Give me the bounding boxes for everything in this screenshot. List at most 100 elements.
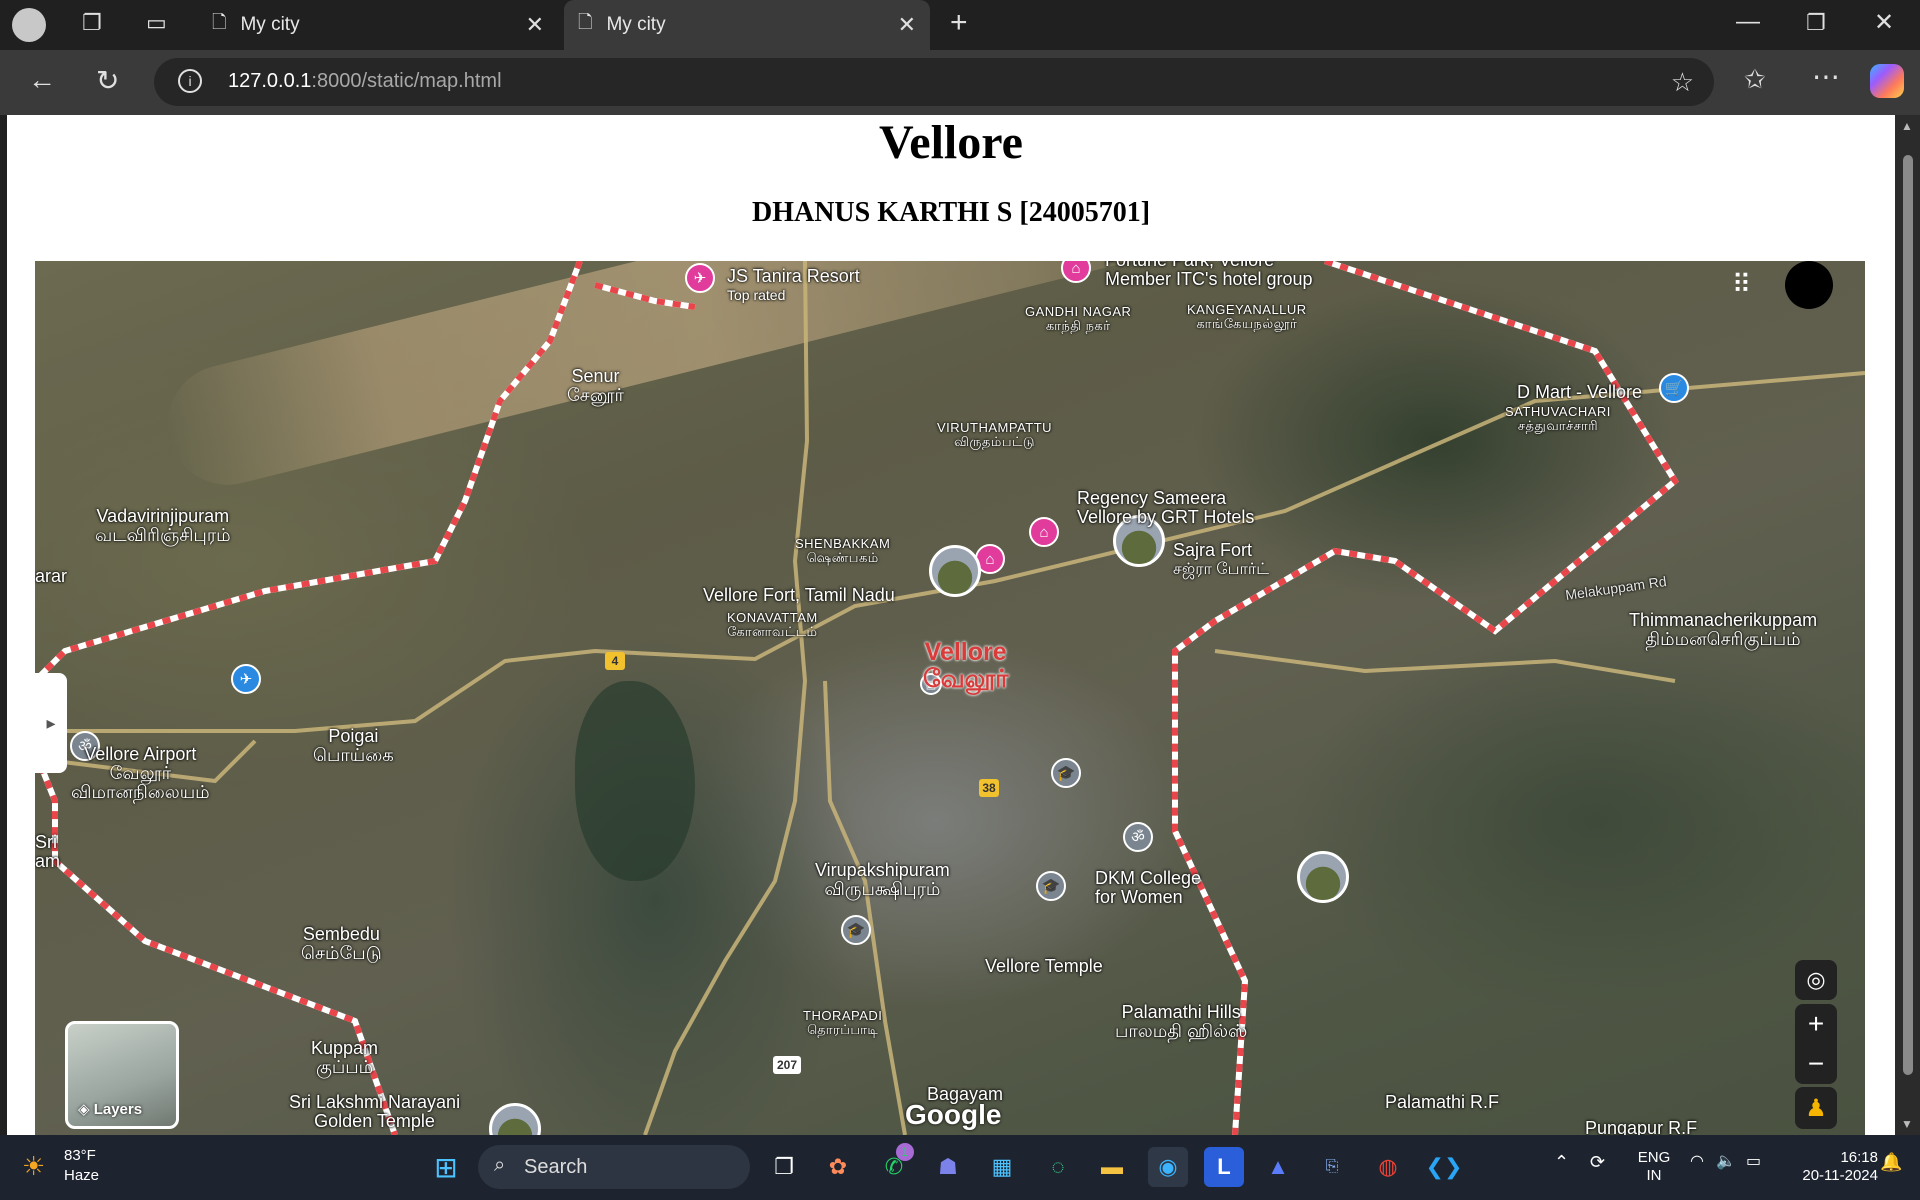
temple-icon[interactable]: ॐ (1123, 822, 1153, 852)
terminal-app-icon[interactable]: ⎘ (1312, 1147, 1352, 1187)
zoom-in-button[interactable]: + (1795, 1004, 1837, 1044)
favorites-icon[interactable]: ✩ (1744, 64, 1766, 95)
map-label: SATHUVACHARI சத்துவாச்சாரி (1505, 404, 1611, 433)
map-label: SHENBAKKAM ஷெண்பகம் (795, 536, 891, 565)
weather-temp: 83°F (64, 1147, 96, 1164)
street-view-pegman-icon[interactable]: ♟ (1795, 1087, 1837, 1129)
map-label[interactable]: Sri Lakshmi Narayani Golden Temple (289, 1093, 460, 1131)
store-icon[interactable]: ▦ (982, 1147, 1022, 1187)
palamathi-hills-photo[interactable] (1297, 851, 1349, 903)
task-view-icon[interactable]: ❐ (764, 1147, 804, 1187)
map-label: Senur சேனூர் (567, 366, 624, 405)
restore-icon[interactable]: ❐ (1806, 10, 1826, 36)
map-label: Poigai பொய்கை (313, 726, 394, 765)
map-label: THORAPADI தொரப்பாடி (803, 1008, 883, 1037)
apps-grid-icon[interactable]: ⠿ (1732, 269, 1751, 300)
college-icon[interactable]: 🎓 (841, 915, 871, 945)
map-label[interactable]: DKM College for Women (1095, 869, 1201, 907)
vertical-tabs-icon[interactable]: ▭ (146, 10, 167, 36)
language-indicator[interactable]: ENG IN (1634, 1149, 1674, 1185)
windows-taskbar: ☀ 83°F Haze ⊞ ⌕ Search ❐ ✿ ✆ 1 ☗ ▦ ◌ ▬ ◉… (0, 1135, 1920, 1200)
map-label[interactable]: Palamathi Hills பாலமதி ஹில்ஸ் (1115, 1003, 1247, 1041)
web-page: Vellore DHANUS KARTHI S [24005701] 4 38 … (7, 115, 1895, 1135)
close-icon[interactable]: ✕ (526, 12, 544, 38)
tab-my-city-1[interactable]: 🗋 My city ✕ (198, 0, 558, 50)
route-shield: 4 (605, 652, 625, 670)
road-38 (823, 680, 907, 1135)
airport-icon[interactable]: ✈ (231, 664, 261, 694)
browser-tab-strip: ❐ ▭ 🗋 My city ✕ 🗋 My city ✕ + — ❐ ✕ (0, 0, 1920, 50)
edge-icon[interactable]: ◉ (1148, 1147, 1188, 1187)
weather-desc: Haze (64, 1167, 100, 1184)
google-logo: Google (905, 1099, 1002, 1130)
college-icon[interactable]: 🎓 (1036, 871, 1066, 901)
page-scrollbar[interactable]: ▲ ▼ (1895, 115, 1920, 1135)
weather-widget[interactable]: ☀ 83°F Haze (22, 1145, 132, 1191)
scroll-up-icon[interactable]: ▲ (1901, 119, 1913, 133)
map-label[interactable]: Regency Sameera Vellore by GRT Hotels (1077, 489, 1254, 527)
file-explorer-icon[interactable]: ▬ (1092, 1147, 1132, 1187)
sync-app-icon[interactable]: ◌ (1038, 1147, 1078, 1187)
more-menu-icon[interactable]: ⋯ (1812, 60, 1840, 93)
clock[interactable]: 16:18 20-11-2024 (1782, 1149, 1878, 1185)
scrollbar-thumb[interactable] (1903, 155, 1913, 1075)
layers-label: ◈ Layers (78, 1101, 143, 1118)
start-button[interactable]: ⊞ (426, 1147, 466, 1187)
map-label[interactable]: JS Tanira Resort Top rated (727, 267, 860, 305)
address-bar[interactable]: i 127.0.0.1:8000/static/map.html ☆ (154, 58, 1714, 106)
battery-icon[interactable]: ▭ (1746, 1153, 1761, 1171)
whatsapp-icon[interactable]: ✆ 1 (874, 1143, 914, 1187)
favorite-star-icon[interactable]: ☆ (1671, 67, 1694, 98)
side-panel-toggle[interactable]: ▸ (35, 673, 67, 773)
taskbar-search[interactable]: ⌕ Search (478, 1145, 750, 1189)
map-label[interactable]: Vellore Airport வேலூர் விமானநிலையம் (71, 745, 210, 802)
search-icon: ⌕ (494, 1154, 506, 1176)
teams-icon[interactable]: ☗ (928, 1147, 968, 1187)
chrome-icon[interactable]: ◍ (1368, 1147, 1408, 1187)
map-label: Sembedu செம்பேடு (301, 924, 382, 963)
map-label[interactable]: Fortune Park, Vellore Member ITC's hotel… (1105, 261, 1313, 289)
scroll-down-icon[interactable]: ▼ (1901, 1117, 1913, 1131)
profile-circle[interactable] (1785, 261, 1833, 309)
hotel-pin-js-tanira[interactable]: ✈ (685, 263, 715, 293)
map-label: VIRUTHAMPATTU விருதம்பட்டு (937, 420, 1053, 449)
a-app-icon[interactable]: ▲ (1258, 1147, 1298, 1187)
vellore-fort-photo[interactable] (929, 545, 981, 597)
volume-icon[interactable]: 🔈 (1716, 1153, 1736, 1171)
site-info-icon[interactable]: i (178, 69, 202, 93)
hotel-pin-regency[interactable]: ⌂ (1029, 517, 1059, 547)
map-label[interactable]: D Mart - Vellore (1517, 383, 1642, 402)
close-icon[interactable]: ✕ (898, 12, 916, 38)
copilot-taskbar-icon[interactable]: ✿ (818, 1147, 858, 1187)
my-location-button[interactable]: ◎ (1795, 960, 1837, 1000)
workspaces-icon[interactable]: ❐ (82, 10, 102, 36)
vscode-icon[interactable]: ❮❯ (1424, 1147, 1464, 1187)
new-tab-icon[interactable]: + (950, 6, 968, 40)
route-shield: 38 (979, 779, 999, 797)
map-label[interactable]: Vellore Fort, Tamil Nadu (703, 586, 895, 605)
copilot-icon[interactable] (1870, 64, 1904, 98)
notification-bell-icon[interactable]: 🔔 (1880, 1153, 1902, 1171)
map-label[interactable]: Sajra Fort சஜ்ரா போர்ட் (1173, 541, 1269, 579)
map-label: Vadavirinjipuram வடவிரிஞ்சிபுரம் (95, 506, 231, 545)
back-icon[interactable]: ← (28, 64, 56, 96)
refresh-icon[interactable]: ↻ (96, 64, 119, 97)
minimize-icon[interactable]: — (1736, 8, 1760, 36)
close-window-icon[interactable]: ✕ (1874, 8, 1894, 37)
college-icon[interactable]: 🎓 (1051, 758, 1081, 788)
road-south (643, 261, 810, 1135)
map-label[interactable]: Vellore Temple (985, 957, 1103, 976)
layers-button[interactable]: ◈ Layers (65, 1021, 179, 1129)
wifi-icon[interactable]: ◠ (1690, 1153, 1704, 1171)
shopping-cart-icon[interactable]: 🛒 (1659, 373, 1689, 403)
page-subtitle: DHANUS KARTHI S [24005701] (751, 197, 1151, 228)
tray-sync-icon[interactable]: ⟳ (1590, 1153, 1605, 1171)
zoom-out-button[interactable]: − (1795, 1044, 1837, 1084)
profile-avatar-icon[interactable] (12, 8, 46, 42)
url-text: 127.0.0.1:8000/static/map.html (228, 70, 502, 92)
embedded-map[interactable]: 4 4 38 207 ✈ ⌂ ⌂ ⌂ 🛒 ✈ ॐ 🎓 ॐ 🎓 🎓 ▣ JS Ta… (35, 261, 1865, 1135)
city-label-vellore[interactable]: Vellore வேலூர் (923, 639, 1008, 693)
l-app-icon[interactable]: L (1204, 1147, 1244, 1187)
tab-my-city-2[interactable]: 🗋 My city ✕ (564, 0, 930, 50)
tray-chevron-icon[interactable]: ⌃ (1554, 1153, 1569, 1171)
